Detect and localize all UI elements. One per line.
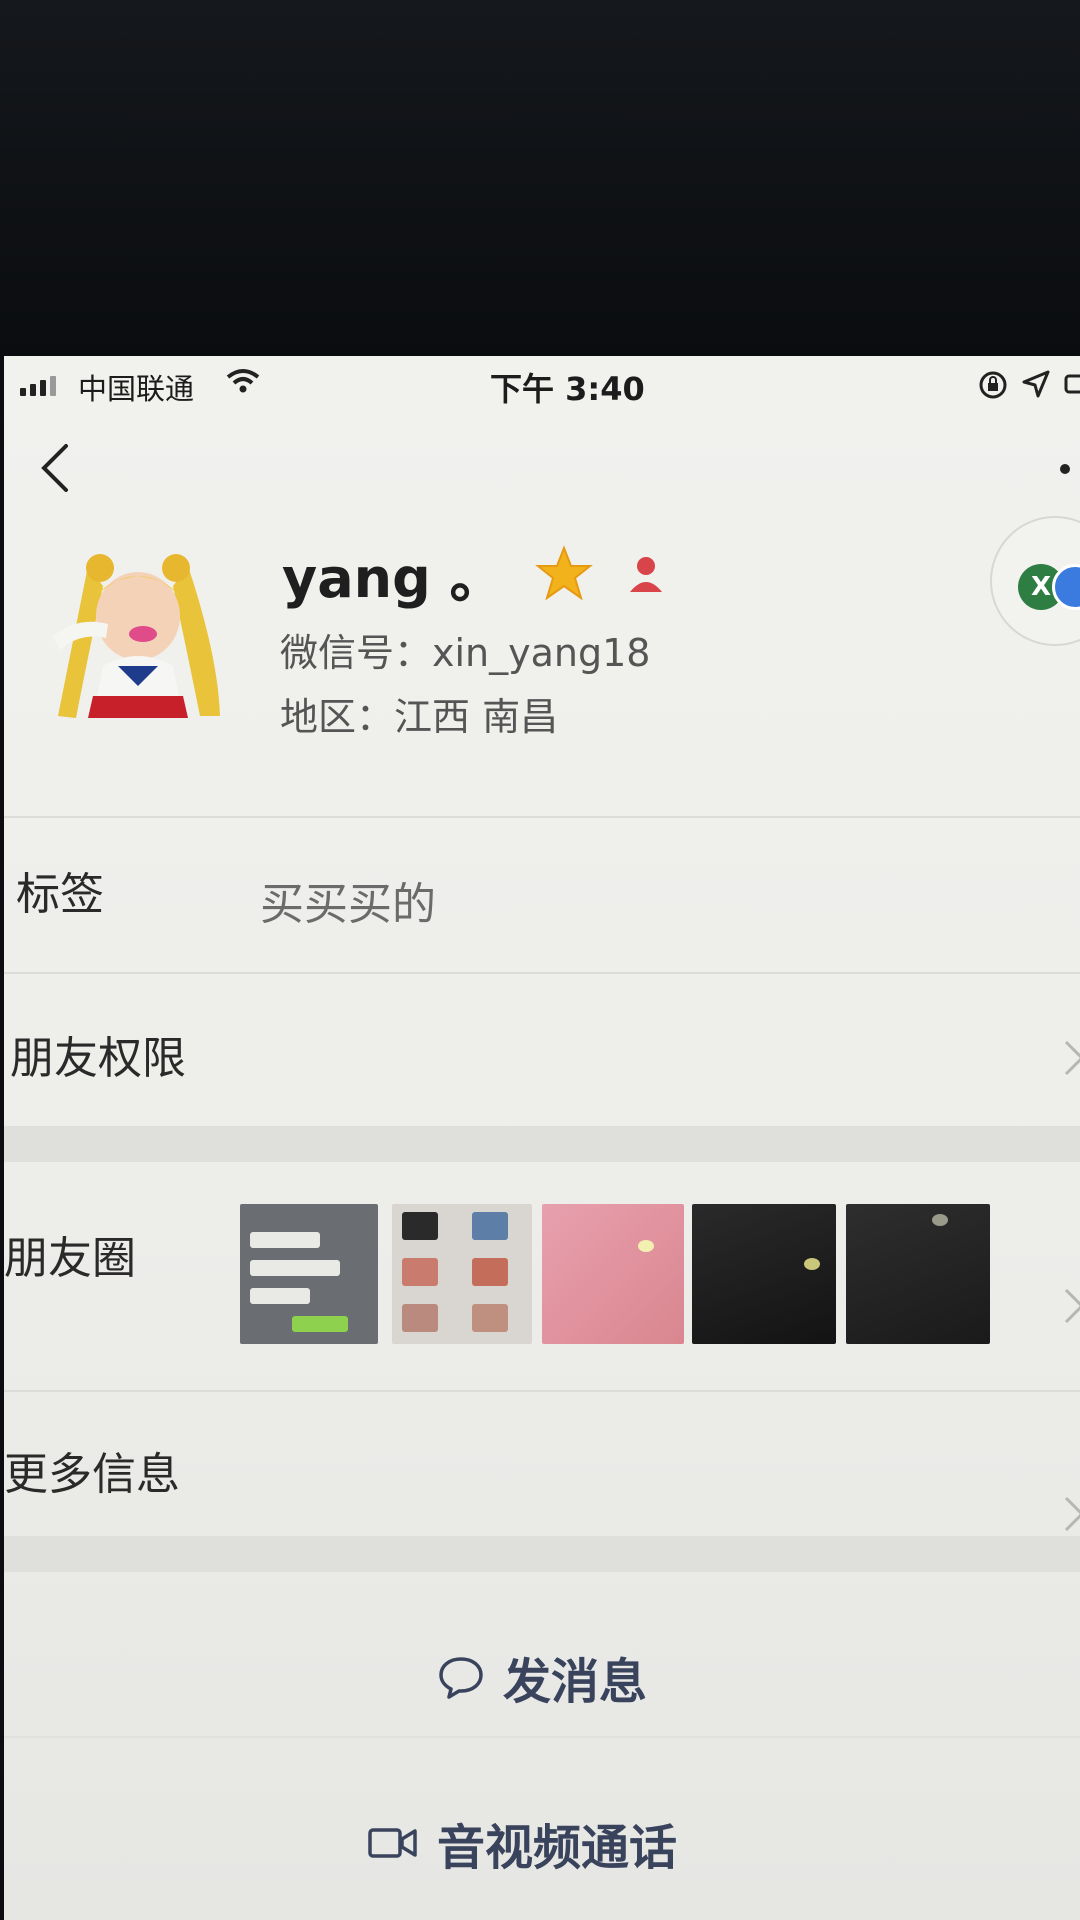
region: 地区：江西 南昌 — [280, 695, 559, 739]
moments-thumbnail[interactable] — [240, 1204, 378, 1344]
divider — [4, 972, 1080, 974]
chevron-right-icon[interactable] — [1062, 1494, 1080, 1534]
star-icon — [534, 544, 593, 600]
divider — [4, 816, 1080, 818]
person-icon — [629, 556, 662, 592]
rotation-lock-icon — [979, 371, 1007, 399]
chat-bubble-icon — [439, 1657, 483, 1699]
video-camera-icon — [368, 1828, 417, 1858]
send-message-label: 发消息 — [502, 1654, 647, 1710]
moments-thumbnail[interactable] — [846, 1204, 990, 1344]
status-bar: 中国联通 下午 3:40 — [4, 356, 1080, 414]
contact-name: yang 。 — [282, 547, 504, 610]
battery-icon — [1064, 374, 1080, 394]
more-info-label[interactable]: 更多信息 — [4, 1438, 180, 1502]
av-call-label: 音视频通话 — [436, 1820, 677, 1876]
moments-thumbnail[interactable] — [542, 1204, 684, 1344]
av-call-button[interactable]: 音视频通话 — [4, 1808, 1060, 1878]
carrier-label: 中国联通 — [78, 372, 195, 406]
moments-thumbnails[interactable] — [240, 1204, 1000, 1354]
chevron-right-icon[interactable] — [1062, 1286, 1080, 1326]
back-chevron-icon[interactable] — [38, 442, 72, 494]
location-icon — [1022, 370, 1050, 398]
section-gap — [4, 1126, 1080, 1162]
contact-profile-screen: 中国联通 下午 3:40 yang 。 微信号：xin_yang18 地区：江西… — [4, 356, 1080, 1920]
divider — [4, 1390, 1080, 1392]
device-bezel — [0, 0, 1080, 360]
floating-badge[interactable]: X — [990, 516, 1080, 646]
moments-thumbnail[interactable] — [392, 1204, 532, 1344]
wechat-id: 微信号：xin_yang18 — [280, 631, 651, 675]
name-row: yang 。 — [282, 534, 668, 613]
signal-icon — [20, 376, 56, 396]
more-options-icon[interactable] — [1060, 464, 1080, 474]
status-right-icons — [978, 370, 1080, 400]
avatar[interactable] — [48, 546, 228, 726]
status-time: 下午 3:40 — [490, 370, 645, 408]
moments-thumbnail[interactable] — [692, 1204, 836, 1344]
wifi-icon — [226, 369, 260, 393]
section-gap — [4, 1536, 1080, 1572]
tags-value[interactable]: 买买买的 — [260, 868, 436, 932]
chevron-right-icon[interactable] — [1062, 1038, 1080, 1078]
divider — [4, 1736, 1080, 1738]
moments-label[interactable]: 朋友圈 — [4, 1222, 136, 1286]
send-message-button[interactable]: 发消息 — [4, 1642, 1080, 1712]
friend-permissions-label[interactable]: 朋友权限 — [10, 1022, 186, 1086]
tags-label: 标签 — [16, 869, 104, 920]
